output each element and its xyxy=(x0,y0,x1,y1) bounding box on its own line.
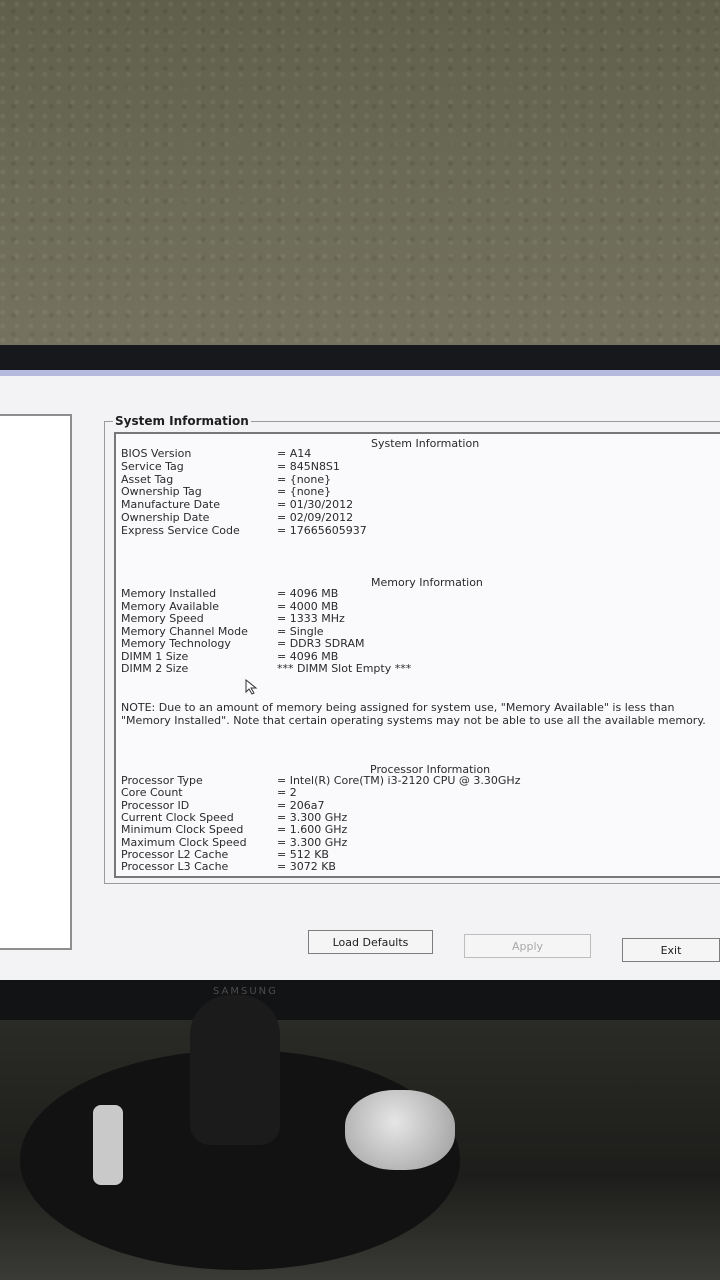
system-info-row: Ownership Tag = {none} xyxy=(121,485,331,498)
row-value: = 845N8S1 xyxy=(277,459,340,473)
row-label: Processor ID xyxy=(121,798,190,812)
row-value: = 206a7 xyxy=(277,798,325,812)
row-label: DIMM 2 Size xyxy=(121,662,189,675)
memory-info-row: Memory Available = 4000 MB xyxy=(121,600,338,613)
processor-info-row: Processor ID = 206a7 xyxy=(121,799,324,812)
groupbox-title: System Information xyxy=(113,414,251,428)
row-label: BIOS Version xyxy=(121,447,192,460)
row-value: = 512 KB xyxy=(277,847,329,861)
bottle-object xyxy=(93,1105,123,1185)
row-value: = 02/09/2012 xyxy=(277,511,354,524)
row-label: Ownership Tag xyxy=(121,485,202,499)
row-label: Memory Technology xyxy=(121,637,231,650)
row-label: Processor L3 Cache xyxy=(121,860,229,874)
memory-info-row: Memory Installed = 4096 MB xyxy=(121,587,338,600)
settings-tree-panel[interactable] xyxy=(0,414,72,950)
system-information-heading: System Information xyxy=(371,437,480,450)
row-label: Minimum Clock Speed xyxy=(121,823,244,837)
row-value: = 3.300 GHz xyxy=(277,810,348,824)
row-value: = A14 xyxy=(277,447,312,460)
row-value: = 4096 MB xyxy=(277,649,339,663)
load-defaults-button[interactable]: Load Defaults xyxy=(308,930,433,954)
row-value: = 3.300 GHz xyxy=(277,835,348,849)
memory-info-row: DIMM 2 Size *** DIMM Slot Empty *** xyxy=(121,662,411,675)
memory-information-heading: Memory Information xyxy=(371,576,483,589)
row-value: = {none} xyxy=(277,472,332,486)
monitor-stand-neck xyxy=(190,995,280,1145)
row-value: = 2 xyxy=(277,786,297,800)
system-info-row: Asset Tag = {none} xyxy=(121,473,331,486)
apply-button[interactable]: Apply xyxy=(464,934,591,958)
row-label: Express Service Code xyxy=(121,523,240,537)
processor-info-row: Current Clock Speed = 3.300 GHz xyxy=(121,811,347,824)
row-label: Service Tag xyxy=(121,459,184,473)
processor-info-row: Minimum Clock Speed = 1.600 GHz xyxy=(121,823,347,836)
processor-info-row: Processor L2 Cache = 512 KB xyxy=(121,848,329,861)
memory-info-row: DIMM 1 Size = 4096 MB xyxy=(121,650,338,663)
row-value: = 4096 MB xyxy=(277,587,339,600)
monitor-bottom-bezel xyxy=(0,980,720,1020)
row-value: = 3072 KB xyxy=(277,860,336,874)
mouse-object xyxy=(345,1090,455,1170)
mouse-cursor-icon xyxy=(245,679,258,695)
system-info-row: Service Tag = 845N8S1 xyxy=(121,460,340,473)
row-value: = {none} xyxy=(277,485,332,499)
row-label: Processor Type xyxy=(121,774,203,787)
memory-info-row: Memory Channel Mode = Single xyxy=(121,625,324,638)
system-info-row: Manufacture Date = 01/30/2012 xyxy=(121,498,353,511)
row-value: *** DIMM Slot Empty *** xyxy=(277,662,412,675)
row-value: = 17665605937 xyxy=(277,523,367,537)
wall-background xyxy=(0,0,720,350)
row-value: = 4000 MB xyxy=(277,599,339,613)
row-label: Processor L2 Cache xyxy=(121,847,229,861)
row-value: = 1.600 GHz xyxy=(277,823,348,837)
system-info-row: BIOS Version = A14 xyxy=(121,447,311,460)
processor-info-row: Processor L3 Cache = 3072 KB xyxy=(121,860,336,873)
row-value: = 1333 MHz xyxy=(277,612,345,625)
row-label: DIMM 1 Size xyxy=(121,649,189,663)
processor-info-row: Maximum Clock Speed = 3.300 GHz xyxy=(121,836,347,849)
row-label: Manufacture Date xyxy=(121,498,220,512)
row-label: Maximum Clock Speed xyxy=(121,835,247,849)
row-value: = Intel(R) Core(TM) i3-2120 CPU @ 3.30GH… xyxy=(277,774,521,787)
memory-info-row: Memory Technology = DDR3 SDRAM xyxy=(121,637,364,650)
row-label: Memory Installed xyxy=(121,587,217,600)
row-label: Memory Channel Mode xyxy=(121,624,248,638)
row-value: = Single xyxy=(277,624,324,638)
row-label: Current Clock Speed xyxy=(121,810,234,824)
row-value: = DDR3 SDRAM xyxy=(277,637,365,650)
row-label: Memory Speed xyxy=(121,612,204,625)
system-info-row: Ownership Date = 02/09/2012 xyxy=(121,511,353,524)
system-info-row: Express Service Code = 17665605937 xyxy=(121,524,367,537)
row-label: Core Count xyxy=(121,786,183,800)
processor-info-row: Processor Type = Intel(R) Core(TM) i3-212… xyxy=(121,774,520,787)
processor-info-row: Core Count = 2 xyxy=(121,786,297,799)
row-value: = 01/30/2012 xyxy=(277,498,354,512)
row-label: Memory Available xyxy=(121,599,220,613)
memory-info-row: Memory Speed = 1333 MHz xyxy=(121,612,345,625)
exit-button[interactable]: Exit xyxy=(622,938,720,962)
row-label: Asset Tag xyxy=(121,472,174,486)
memory-note: NOTE: Due to an amount of memory being a… xyxy=(121,701,706,727)
row-label: Ownership Date xyxy=(121,511,210,524)
